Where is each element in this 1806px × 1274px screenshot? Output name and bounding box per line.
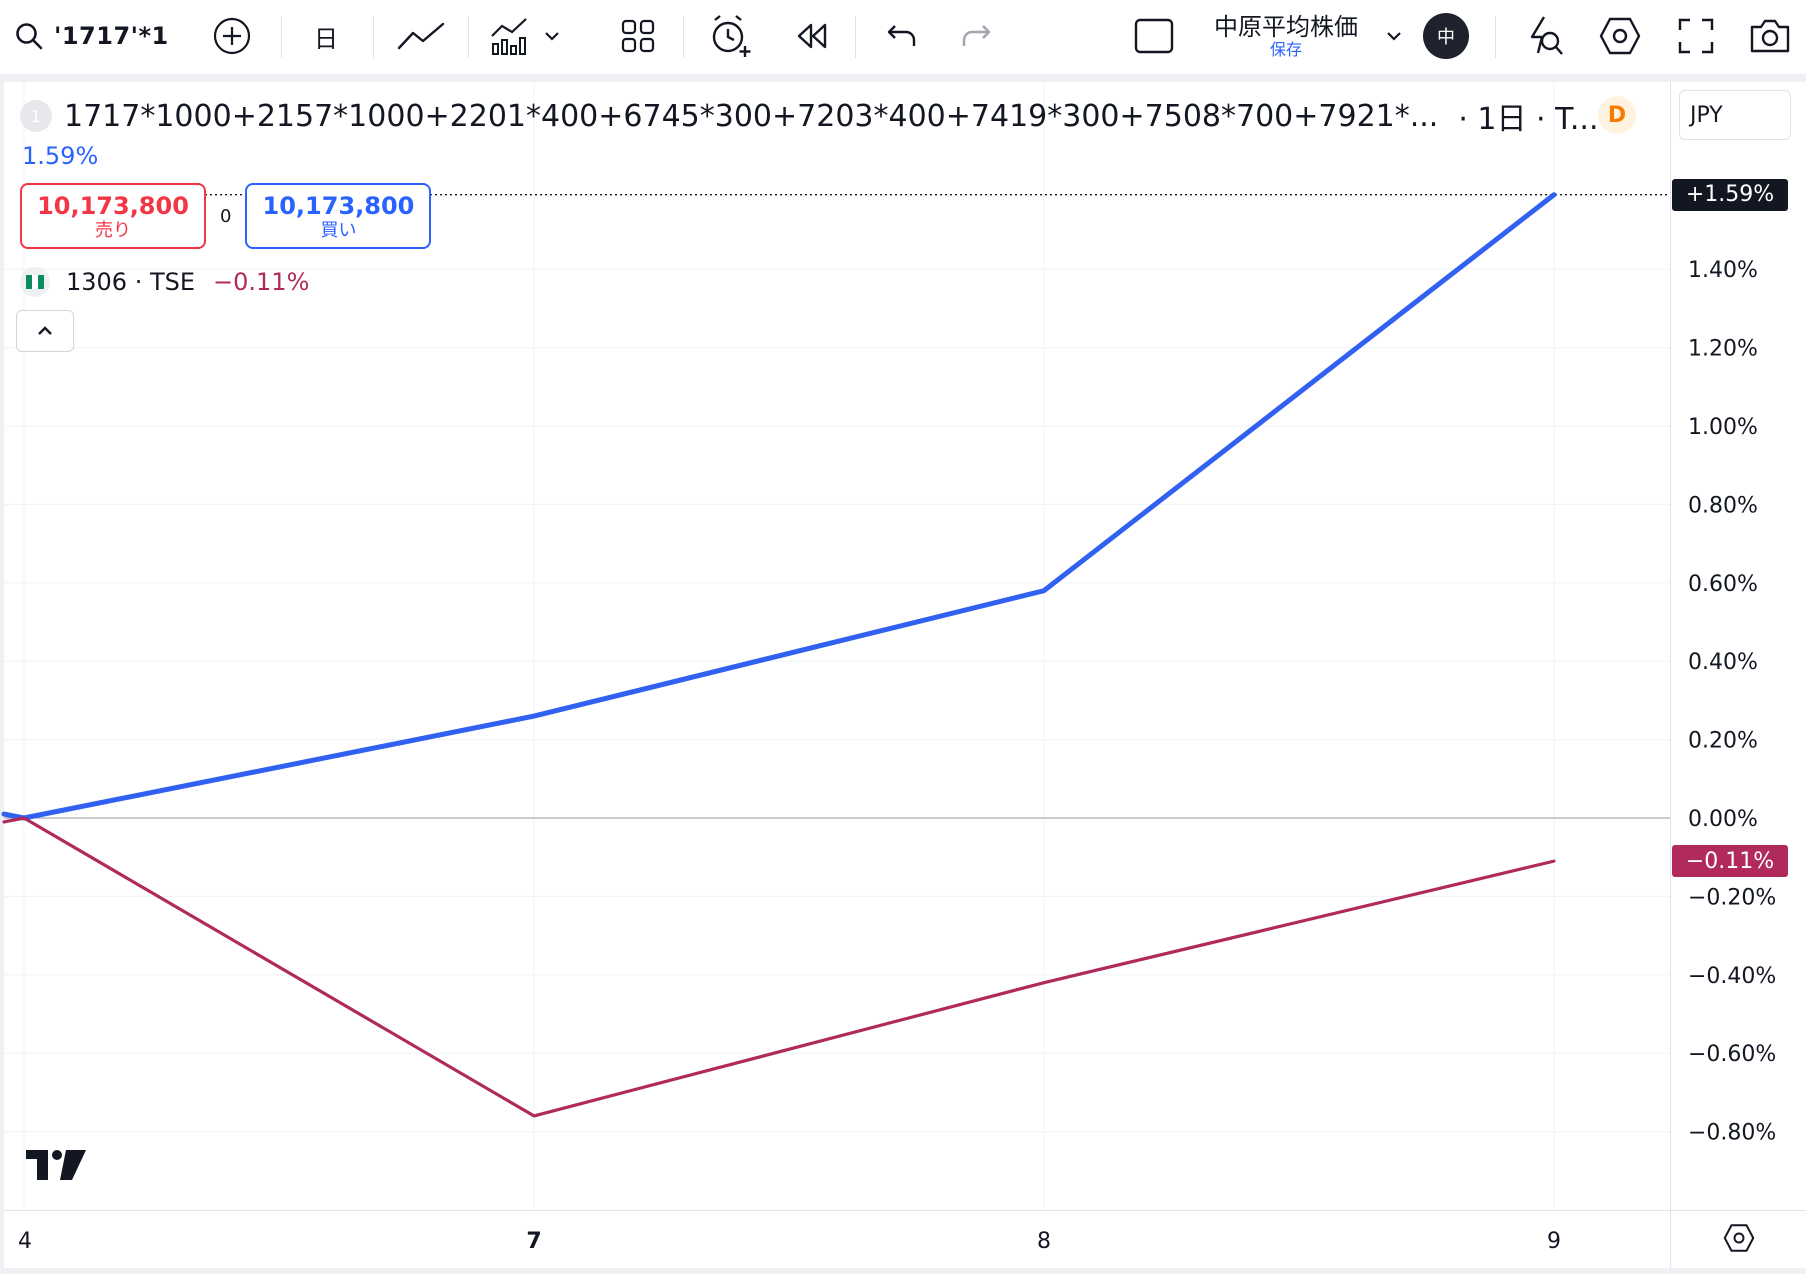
grid	[4, 82, 1670, 1210]
sell-label: 売り	[95, 220, 131, 241]
sell-price: 10,173,800	[37, 192, 189, 220]
price-tick-label: −0.20%	[1688, 885, 1776, 910]
price-tick-label: 1.40%	[1688, 258, 1758, 283]
price-tick-label: −0.40%	[1688, 964, 1776, 989]
chevron-up-icon	[35, 322, 55, 341]
price-tick-label: 0.80%	[1688, 493, 1758, 518]
price-tick-label: −0.80%	[1688, 1121, 1776, 1146]
legend-symbol-expression[interactable]: 1717*1000+2157*1000+2201*400+6745*300+72…	[64, 99, 1438, 134]
sell-button[interactable]: 10,173,800 売り	[20, 183, 206, 249]
price-tick-label: 0.20%	[1688, 729, 1758, 754]
compare-legend-row[interactable]: 1306 · TSE −0.11%	[20, 264, 309, 300]
price-tick-label: 0.60%	[1688, 572, 1758, 597]
time-axis-labels: 4 7 8 9	[18, 1229, 1561, 1254]
price-tick-label: 1.00%	[1688, 415, 1758, 440]
compare-percent: −0.11%	[213, 268, 310, 296]
time-tick-label: 8	[1037, 1229, 1051, 1254]
time-tick-label: 7	[526, 1229, 541, 1254]
price-tick-label: −0.60%	[1688, 1042, 1776, 1067]
legend-interval: · 1日 · T...	[1458, 102, 1599, 137]
buy-label: 買い	[320, 220, 357, 241]
tradingview-logo[interactable]	[26, 1148, 88, 1186]
compare-series-line[interactable]	[2, 816, 1556, 1118]
main-series-price-badge: +1.59%	[1672, 178, 1788, 211]
pane-number-badge: 1	[20, 100, 52, 132]
time-tick-label: 4	[18, 1229, 32, 1254]
collapse-legend-button[interactable]	[16, 310, 74, 352]
compare-symbol: 1306 · TSE	[66, 268, 196, 296]
series-lines	[1, 192, 1557, 1118]
data-delay-badge[interactable]: D	[1598, 96, 1636, 134]
exchange-flag-icon	[20, 267, 50, 297]
compare-series-price-badge: −0.11%	[1672, 845, 1788, 878]
trade-buttons: 10,173,800 売り 0 10,173,800 買い	[20, 182, 432, 250]
legend-title-row[interactable]: 1 1717*1000+2157*1000+2201*400+6745*300+…	[20, 96, 1599, 137]
price-tick-label: 0.40%	[1688, 650, 1758, 675]
time-tick-label: 9	[1547, 1229, 1561, 1254]
price-tick-label: 0.00%	[1688, 807, 1758, 832]
buy-price: 10,173,800	[262, 192, 415, 220]
legend-main-percent: 1.59%	[22, 142, 99, 170]
buy-button[interactable]: 10,173,800 買い	[245, 183, 432, 249]
price-axis-ticks: 1.40% 1.20% 1.00% 0.80% 0.60% 0.40% 0.20% 0.00%…	[1688, 258, 1776, 1145]
price-tick-label: 1.20%	[1688, 337, 1758, 362]
spread-value: 0	[220, 205, 232, 227]
